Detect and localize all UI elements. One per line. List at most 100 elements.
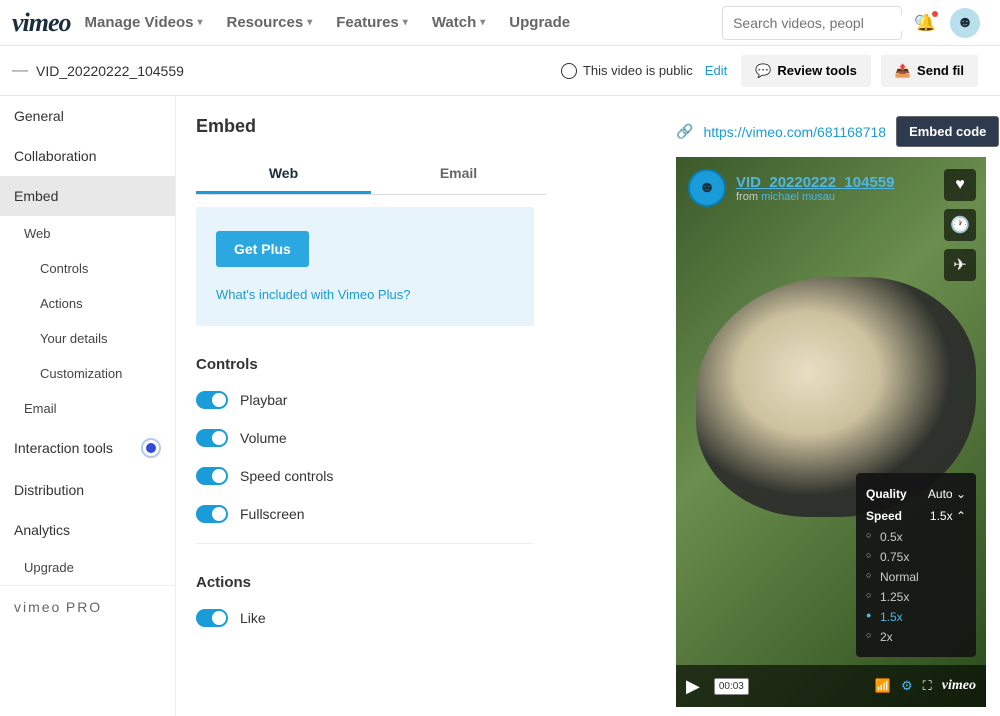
nav-upgrade[interactable]: Upgrade xyxy=(509,14,570,31)
preview-panel: 🔗 https://vimeo.com/681168718 Embed code… xyxy=(546,116,1000,716)
toggle-like[interactable] xyxy=(196,609,228,627)
face-icon: ☻ xyxy=(957,14,974,32)
sub-header: — VID_20220222_104559 This video is publ… xyxy=(0,46,1000,96)
plus-info-link[interactable]: What's included with Vimeo Plus? xyxy=(216,287,514,302)
breadcrumb-title: VID_20220222_104559 xyxy=(36,63,184,79)
center-panel: Embed Web Email Get Plus What's included… xyxy=(176,96,1000,716)
sidebar-sub-upgrade[interactable]: Upgrade xyxy=(0,550,175,585)
toggle-label: Fullscreen xyxy=(240,506,305,522)
vimeo-logo[interactable]: vimeo xyxy=(12,8,71,38)
toggle-volume[interactable] xyxy=(196,429,228,447)
chat-icon: 💬 xyxy=(755,63,771,79)
main-layout: General Collaboration Embed Web Controls… xyxy=(0,96,1000,716)
embed-tabs: Web Email xyxy=(196,155,546,195)
nav-manage-videos[interactable]: Manage Videos▾ xyxy=(85,14,203,31)
sidebar-item-interaction-tools[interactable]: Interaction tools xyxy=(0,426,175,470)
upsell-promo: Get Plus What's included with Vimeo Plus… xyxy=(196,207,534,326)
speed-option[interactable]: Normal xyxy=(866,567,966,587)
toggle-fullscreen[interactable] xyxy=(196,505,228,523)
settings-scroll-area[interactable]: Get Plus What's included with Vimeo Plus… xyxy=(196,195,546,655)
playback-settings-menu: Quality Auto ⌄ Speed 1.5x ⌃ 0.5x 0.75x N… xyxy=(856,473,976,657)
player-author-line: from michael musau xyxy=(736,191,894,203)
play-icon[interactable]: ▶ xyxy=(686,676,700,697)
embed-code-button[interactable]: Embed code xyxy=(896,116,999,147)
author-link[interactable]: michael musau xyxy=(761,191,835,203)
face-icon: ☻ xyxy=(699,179,716,197)
chevron-down-icon: ▾ xyxy=(197,17,202,28)
toggle-playbar[interactable] xyxy=(196,391,228,409)
sidebar-sub-customization[interactable]: Customization xyxy=(0,356,175,391)
speed-option[interactable]: 0.75x xyxy=(866,547,966,567)
speed-option[interactable]: 2x xyxy=(866,627,966,647)
toggle-row-playbar: Playbar xyxy=(196,391,534,409)
vimeo-watermark[interactable]: vimeo xyxy=(942,678,976,694)
toggle-label: Like xyxy=(240,610,266,626)
video-url[interactable]: https://vimeo.com/681168718 xyxy=(703,124,886,140)
toggle-row-like: Like xyxy=(196,609,534,627)
send-file-button[interactable]: 📤 Send fil xyxy=(881,55,978,87)
chevron-down-icon: ▾ xyxy=(307,17,312,28)
review-tools-button[interactable]: 💬 Review tools xyxy=(741,55,871,87)
speed-option[interactable]: 0.5x xyxy=(866,527,966,547)
tab-web[interactable]: Web xyxy=(196,155,371,194)
speed-row[interactable]: Speed 1.5x ⌃ xyxy=(866,505,966,527)
toggle-row-speed: Speed controls xyxy=(196,467,534,485)
privacy-indicator: This video is public xyxy=(561,63,693,79)
vimeo-pro-promo[interactable]: vimeo PRO xyxy=(0,585,175,627)
sidebar-item-general[interactable]: General xyxy=(0,96,175,136)
settings-sidebar[interactable]: General Collaboration Embed Web Controls… xyxy=(0,96,176,716)
toggle-label: Speed controls xyxy=(240,468,333,484)
sidebar-item-collaboration[interactable]: Collaboration xyxy=(0,136,175,176)
nav-resources[interactable]: Resources▾ xyxy=(227,14,313,31)
fullscreen-icon[interactable]: ⛶ xyxy=(923,678,932,694)
sidebar-item-analytics[interactable]: Analytics xyxy=(0,510,175,550)
volume-icon[interactable]: 📶 xyxy=(875,678,891,694)
search-box[interactable]: 🔍 xyxy=(722,6,902,40)
toggle-speed-controls[interactable] xyxy=(196,467,228,485)
watch-later-icon[interactable]: 🕐 xyxy=(944,209,976,241)
author-avatar[interactable]: ☻ xyxy=(688,169,726,207)
sidebar-sub-your-details[interactable]: Your details xyxy=(0,321,175,356)
chevron-down-icon: ▾ xyxy=(480,17,485,28)
chevron-up-icon: ⌃ xyxy=(956,509,966,523)
section-title-controls: Controls xyxy=(196,356,534,373)
quality-row[interactable]: Quality Auto ⌄ xyxy=(866,483,966,505)
time-indicator: 00:03 xyxy=(714,678,749,695)
chevron-down-icon: ⌄ xyxy=(956,487,966,501)
sidebar-item-embed[interactable]: Embed xyxy=(0,176,175,216)
video-player[interactable]: ☻ VID_20220222_104559 from michael musau… xyxy=(676,157,986,707)
sidebar-sub-actions[interactable]: Actions xyxy=(0,286,175,321)
user-avatar[interactable]: ☻ xyxy=(950,8,980,38)
toggle-row-fullscreen: Fullscreen xyxy=(196,505,534,523)
get-plus-button[interactable]: Get Plus xyxy=(216,231,309,267)
nav-features[interactable]: Features▾ xyxy=(336,14,408,31)
speed-option-selected[interactable]: 1.5x xyxy=(866,607,966,627)
player-side-actions: ♥ 🕐 ✈ xyxy=(944,169,976,281)
sidebar-sub-web[interactable]: Web xyxy=(0,216,175,251)
player-controls-bar: ▶ 00:03 📶 ⚙ ⛶ vimeo xyxy=(676,665,986,707)
toggle-label: Playbar xyxy=(240,392,287,408)
edit-privacy-link[interactable]: Edit xyxy=(705,63,727,78)
like-icon[interactable]: ♥ xyxy=(944,169,976,201)
share-icon[interactable]: ✈ xyxy=(944,249,976,281)
privacy-text: This video is public xyxy=(583,63,693,78)
speed-option[interactable]: 1.25x xyxy=(866,587,966,607)
send-icon: 📤 xyxy=(895,63,911,79)
tab-email[interactable]: Email xyxy=(371,155,546,194)
notifications-icon[interactable]: 🔔 xyxy=(916,13,936,33)
page-title: Embed xyxy=(196,116,546,137)
nav-watch[interactable]: Watch▾ xyxy=(432,14,485,31)
url-row: 🔗 https://vimeo.com/681168718 Embed code xyxy=(676,116,1000,147)
settings-gear-icon[interactable]: ⚙ xyxy=(901,678,913,694)
breadcrumb-dash: — xyxy=(12,62,28,80)
sidebar-sub-controls[interactable]: Controls xyxy=(0,251,175,286)
toggle-label: Volume xyxy=(240,430,287,446)
top-nav: vimeo Manage Videos▾ Resources▾ Features… xyxy=(0,0,1000,46)
search-input[interactable] xyxy=(733,15,914,31)
embed-settings-column: Embed Web Email Get Plus What's included… xyxy=(196,116,546,716)
sidebar-sub-email[interactable]: Email xyxy=(0,391,175,426)
nav-items: Manage Videos▾ Resources▾ Features▾ Watc… xyxy=(85,14,723,31)
player-video-title[interactable]: VID_20220222_104559 xyxy=(736,174,894,191)
sidebar-item-distribution[interactable]: Distribution xyxy=(0,470,175,510)
section-title-actions: Actions xyxy=(196,574,534,591)
